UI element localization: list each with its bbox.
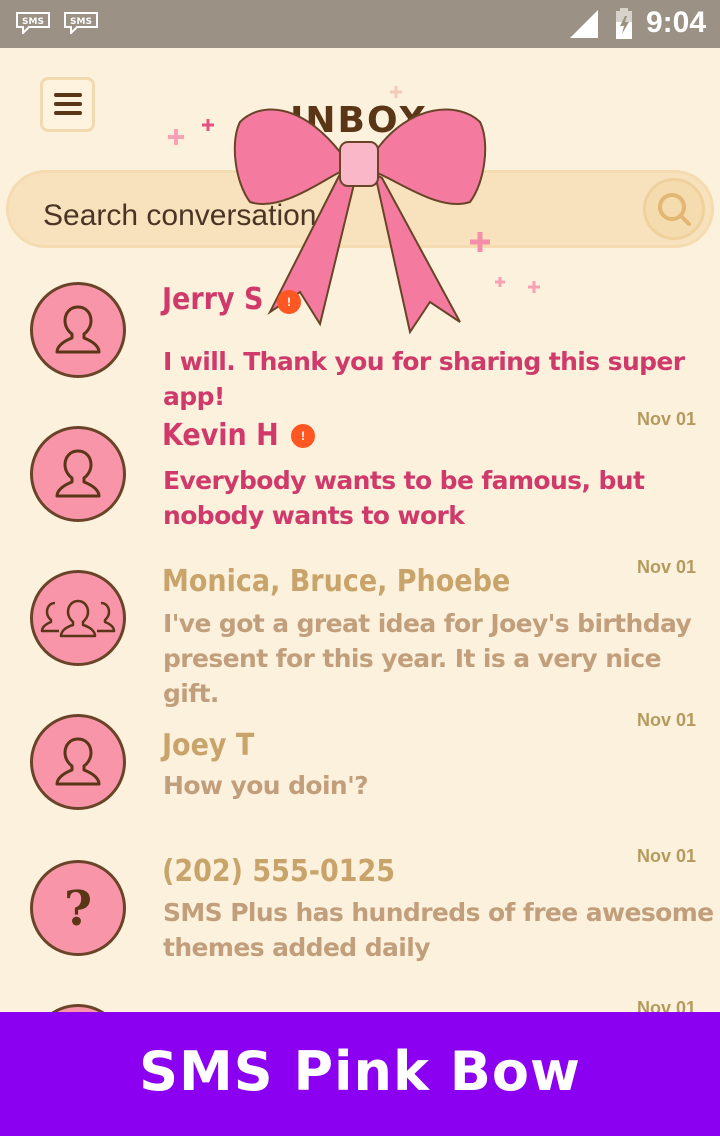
unread-badge: ! bbox=[277, 290, 301, 314]
sms-notification-icon: SMS bbox=[16, 12, 50, 34]
message-date: Nov 01 bbox=[636, 557, 696, 577]
app-banner: SMS Pink Bow bbox=[0, 1012, 720, 1136]
unknown-contact-icon: ? bbox=[64, 881, 92, 937]
search-bar[interactable]: Search conversation bbox=[6, 170, 714, 248]
hamburger-menu-icon bbox=[54, 93, 82, 97]
message-date: Nov 01 bbox=[636, 710, 696, 730]
avatar bbox=[30, 570, 126, 666]
conversation-item[interactable]: Nov 01 Monica, Bruce, Phoebe I've got a … bbox=[0, 552, 720, 708]
message-snippet: SMS Plus has hundreds of free awesome th… bbox=[163, 898, 714, 962]
message-snippet: How you doin'? bbox=[163, 771, 369, 800]
menu-button[interactable] bbox=[40, 77, 95, 132]
banner-title: SMS Pink Bow bbox=[139, 1040, 581, 1103]
svg-text:?: ? bbox=[64, 881, 92, 937]
status-bar: SMS SMS 9:04 bbox=[0, 0, 720, 48]
signal-icon bbox=[570, 10, 598, 38]
person-icon bbox=[55, 449, 101, 498]
unread-badge: ! bbox=[291, 424, 315, 448]
svg-text:SMS: SMS bbox=[22, 17, 44, 27]
avatar bbox=[30, 282, 126, 378]
search-icon bbox=[658, 193, 691, 226]
message-date: Nov 01 bbox=[636, 846, 696, 866]
search-input[interactable]: Search conversation bbox=[43, 199, 317, 233]
contact-name: (202) 555-0125 bbox=[162, 854, 396, 889]
conversation-item[interactable]: Nov 01 ? (202) 555-0125 SMS Plus has hun… bbox=[0, 842, 720, 992]
group-icon bbox=[40, 599, 116, 638]
person-icon bbox=[55, 305, 101, 354]
person-icon bbox=[55, 737, 101, 786]
contact-name: Jerry S bbox=[162, 282, 264, 317]
message-snippet: I've got a great idea for Joey's birthda… bbox=[163, 609, 692, 708]
search-button[interactable] bbox=[643, 178, 705, 240]
page-title: INBOX bbox=[290, 100, 429, 141]
svg-text:SMS: SMS bbox=[70, 17, 92, 27]
conversation-item[interactable]: Nov 01 Joey T How you doin'? bbox=[0, 702, 720, 842]
conversation-item[interactable]: Nov 01 Kevin H ! Everybody wants to be f… bbox=[0, 402, 720, 552]
contact-name: Joey T bbox=[162, 728, 255, 763]
message-date: Nov 01 bbox=[636, 409, 696, 429]
conversation-item[interactable]: Jerry S ! I will. Thank you for sharing … bbox=[0, 262, 720, 411]
battery-icon bbox=[616, 8, 632, 39]
avatar bbox=[30, 426, 126, 522]
contact-name: Kevin H bbox=[162, 418, 279, 453]
avatar: ? bbox=[30, 860, 126, 956]
avatar bbox=[30, 714, 126, 810]
sms-notification-icon: SMS bbox=[64, 12, 98, 34]
contact-name: Monica, Bruce, Phoebe bbox=[162, 564, 511, 599]
status-time: 9:04 bbox=[646, 6, 707, 39]
message-snippet: Everybody wants to be famous, but nobody… bbox=[163, 466, 645, 530]
